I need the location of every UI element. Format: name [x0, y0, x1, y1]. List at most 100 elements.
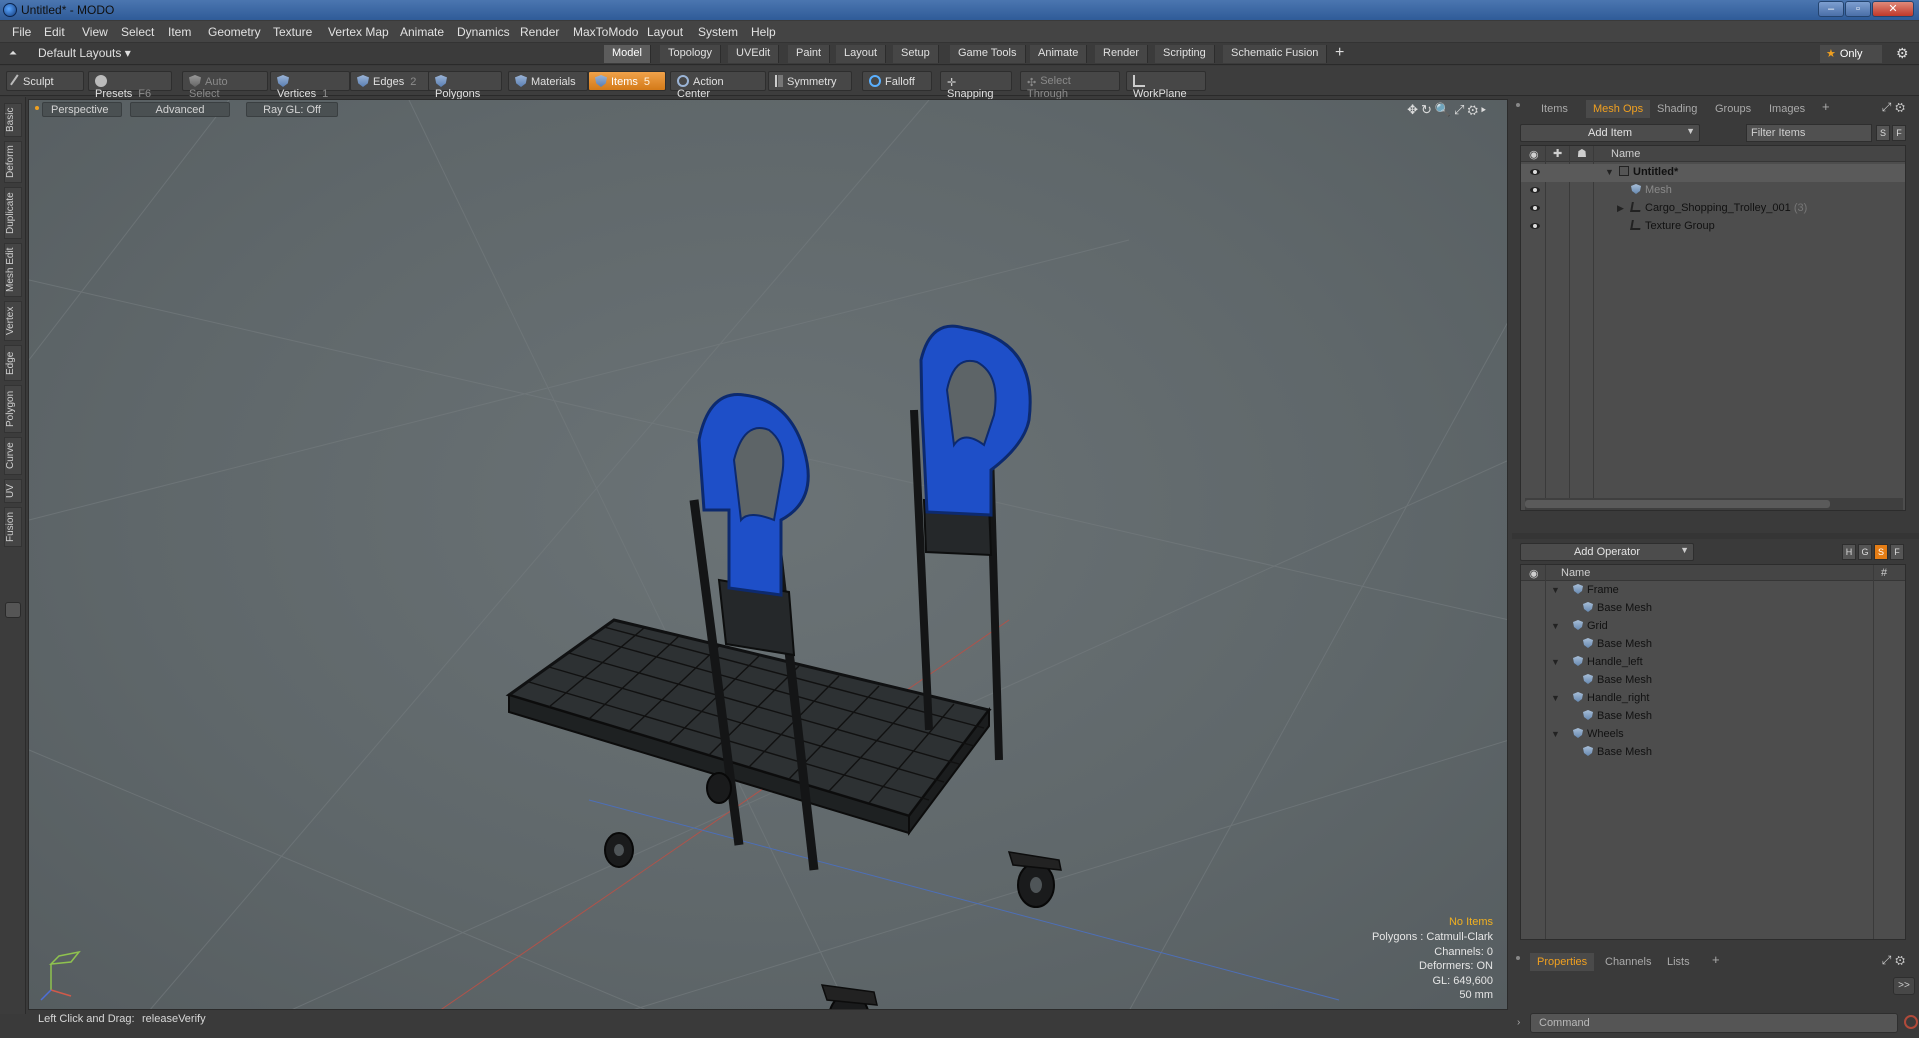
- tree-row-trolley[interactable]: ▶ Cargo_Shopping_Trolley_001 (3): [1521, 200, 1905, 218]
- vtab-fusion[interactable]: Fusion: [4, 507, 22, 547]
- symmetry-button[interactable]: Symmetry: [768, 71, 852, 91]
- visibility-eye-icon[interactable]: [1529, 203, 1541, 213]
- meshop-row-wheels-base[interactable]: Base Mesh: [1521, 744, 1905, 762]
- add-tab-icon[interactable]: +: [1335, 44, 1344, 62]
- tab-shading[interactable]: Shading: [1650, 100, 1704, 118]
- menu-vertex-map[interactable]: Vertex Map: [328, 25, 389, 39]
- tab-game-tools[interactable]: Game Tools: [950, 45, 1026, 63]
- menu-dynamics[interactable]: Dynamics: [457, 25, 510, 39]
- meshop-row-wheels[interactable]: ▼ Wheels: [1521, 726, 1905, 744]
- tab-mesh-ops[interactable]: Mesh Ops: [1586, 100, 1651, 118]
- meshop-row-grid-base[interactable]: Base Mesh: [1521, 636, 1905, 654]
- tab-paint[interactable]: Paint: [788, 45, 831, 63]
- close-button[interactable]: ✕: [1872, 1, 1914, 17]
- filter-items-input[interactable]: Filter Items: [1746, 124, 1872, 142]
- add-props-tab-icon[interactable]: +: [1712, 952, 1720, 967]
- tab-uvedit[interactable]: UVEdit: [728, 45, 780, 63]
- add-panel-tab-icon[interactable]: +: [1822, 99, 1830, 114]
- expand-triangle-icon[interactable]: ▼: [1605, 167, 1614, 177]
- item-list[interactable]: ◉ ✚ ☗ Name ▼ Untitled* Mesh ▶ Cargo_Shop…: [1520, 145, 1906, 511]
- tab-layout[interactable]: Layout: [836, 45, 887, 63]
- menu-texture[interactable]: Texture: [273, 25, 312, 39]
- s-meshops-button[interactable]: S: [1874, 544, 1888, 560]
- panel-options-icons[interactable]: ⤢⚙: [1882, 100, 1909, 115]
- record-icon[interactable]: [1904, 1015, 1918, 1029]
- vtab-mesh-edit[interactable]: Mesh Edit: [4, 243, 22, 297]
- polygons-button[interactable]: Polygons: [428, 71, 502, 100]
- tab-groups[interactable]: Groups: [1708, 100, 1758, 118]
- expand-triangle-icon[interactable]: ▶: [1617, 203, 1624, 214]
- visibility-eye-icon[interactable]: [1529, 167, 1541, 177]
- only-toggle[interactable]: ★ Only: [1820, 45, 1882, 63]
- tab-model[interactable]: Model: [604, 45, 651, 63]
- action-center-button[interactable]: Action Center: [670, 71, 766, 100]
- minimize-button[interactable]: –: [1818, 1, 1844, 17]
- menu-help[interactable]: Help: [751, 25, 776, 39]
- add-operator-button[interactable]: Add Operator ▼: [1520, 543, 1694, 561]
- panel-divider[interactable]: [1512, 533, 1919, 539]
- sculpt-button[interactable]: Sculpt: [6, 71, 84, 91]
- vtab-basic[interactable]: Basic: [4, 103, 22, 137]
- meshops-list[interactable]: ◉ Name # ▼ Frame Base Mesh ▼ Grid Base Mes…: [1520, 564, 1906, 940]
- presets-button[interactable]: Presets F6: [88, 71, 172, 100]
- s-toggle-button[interactable]: S: [1876, 125, 1890, 141]
- meshop-row-handle-right[interactable]: ▼ Handle_right: [1521, 690, 1905, 708]
- auto-select-button[interactable]: Auto Select: [182, 71, 268, 100]
- vtab-edge[interactable]: Edge: [4, 345, 22, 381]
- edges-button[interactable]: Edges 2: [350, 71, 430, 91]
- meshop-row-handle-left-base[interactable]: Base Mesh: [1521, 672, 1905, 690]
- expand-triangle-icon[interactable]: ▼: [1551, 621, 1560, 631]
- menu-animate[interactable]: Animate: [400, 25, 444, 39]
- meshop-row-handle-right-base[interactable]: Base Mesh: [1521, 708, 1905, 726]
- tab-setup[interactable]: Setup: [893, 45, 939, 63]
- vertices-button[interactable]: Vertices 1: [270, 71, 350, 100]
- menu-render[interactable]: Render: [520, 25, 559, 39]
- vtab-curve[interactable]: Curve: [4, 437, 22, 475]
- menu-system[interactable]: System: [698, 25, 738, 39]
- expand-button[interactable]: >>: [1893, 977, 1915, 995]
- tab-lists[interactable]: Lists: [1660, 953, 1697, 971]
- visibility-eye-icon[interactable]: [1529, 221, 1541, 231]
- shading-mode-button[interactable]: Advanced: [130, 102, 230, 117]
- materials-button[interactable]: Materials: [508, 71, 588, 91]
- menu-select[interactable]: Select: [121, 25, 154, 39]
- viewport-nav-icons[interactable]: ✥↻🔍⤢⚙▸: [1407, 102, 1489, 118]
- tab-render[interactable]: Render: [1095, 45, 1149, 63]
- menu-geometry[interactable]: Geometry: [208, 25, 261, 39]
- vtab-duplicate[interactable]: Duplicate: [4, 187, 22, 239]
- meshop-row-frame[interactable]: ▼ Frame: [1521, 582, 1905, 600]
- menu-view[interactable]: View: [82, 25, 108, 39]
- maximize-button[interactable]: ▫: [1845, 1, 1871, 17]
- 3d-viewport[interactable]: Perspective Advanced Ray GL: Off ✥↻🔍⤢⚙▸ …: [28, 99, 1508, 1010]
- item-list-scrollbar[interactable]: [1525, 498, 1903, 510]
- meshop-row-handle-left[interactable]: ▼ Handle_left: [1521, 654, 1905, 672]
- snapping-button[interactable]: ✛Snapping: [940, 71, 1012, 100]
- tree-row-mesh[interactable]: Mesh: [1521, 182, 1905, 200]
- f-toggle-button[interactable]: F: [1892, 125, 1906, 141]
- layout-select[interactable]: Default Layouts ▾: [38, 46, 131, 62]
- tool-tabs-toggle[interactable]: [5, 602, 21, 618]
- menu-item[interactable]: Item: [168, 25, 191, 39]
- falloff-button[interactable]: Falloff: [862, 71, 932, 91]
- menu-maxtomodo[interactable]: MaxToModo: [573, 25, 638, 39]
- vtab-vertex[interactable]: Vertex: [4, 301, 22, 341]
- tab-scripting[interactable]: Scripting: [1155, 45, 1215, 63]
- visibility-eye-icon[interactable]: [1529, 185, 1541, 195]
- tab-topology[interactable]: Topology: [660, 45, 722, 63]
- tab-schematic-fusion[interactable]: Schematic Fusion: [1223, 45, 1328, 63]
- g-toggle-button[interactable]: G: [1858, 544, 1872, 560]
- vtab-deform[interactable]: Deform: [4, 141, 22, 183]
- select-through-button[interactable]: ✣ Select Through: [1020, 71, 1120, 100]
- menu-file[interactable]: File: [12, 25, 31, 39]
- command-input[interactable]: Command: [1530, 1013, 1898, 1033]
- items-button[interactable]: Items 5: [588, 71, 666, 91]
- vtab-polygon[interactable]: Polygon: [4, 385, 22, 433]
- f-meshops-button[interactable]: F: [1890, 544, 1904, 560]
- gear-icon[interactable]: ⚙: [1896, 45, 1909, 62]
- meshop-row-grid[interactable]: ▼ Grid: [1521, 618, 1905, 636]
- h-toggle-button[interactable]: H: [1842, 544, 1856, 560]
- menu-edit[interactable]: Edit: [44, 25, 65, 39]
- tab-items[interactable]: Items: [1534, 100, 1575, 118]
- props-options-icons[interactable]: ⤢⚙: [1882, 953, 1909, 968]
- tree-row-texture-group[interactable]: Texture Group: [1521, 218, 1905, 236]
